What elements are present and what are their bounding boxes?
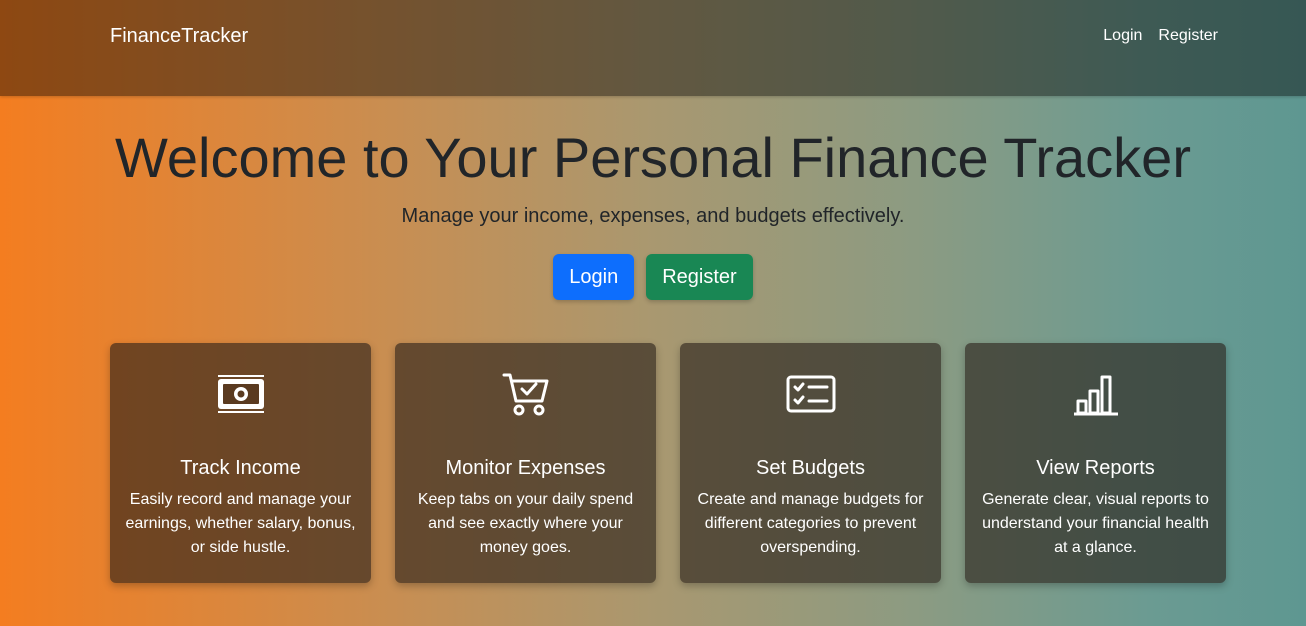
brand-link[interactable]: FinanceTracker <box>110 25 248 48</box>
navbar: FinanceTracker Login Register <box>0 0 1306 96</box>
feature-card-budgets: Set Budgets Create and manage budgets fo… <box>680 343 941 583</box>
feature-description: Create and manage budgets for different … <box>697 491 924 556</box>
feature-card-expenses: Monitor Expenses Keep tabs on your daily… <box>395 343 656 583</box>
feature-title: View Reports <box>1036 457 1155 479</box>
feature-description: Keep tabs on your daily spend and see ex… <box>417 491 634 556</box>
hero-subtitle: Manage your income, expenses, and budget… <box>401 205 905 228</box>
feature-title: Monitor Expenses <box>445 457 606 479</box>
cart-check-icon <box>502 373 548 416</box>
feature-description: Easily record and manage your earnings, … <box>125 491 356 556</box>
nav-login-link[interactable]: Login <box>1103 27 1142 45</box>
feature-title: Set Budgets <box>756 457 865 479</box>
nav-register-link[interactable]: Register <box>1158 27 1218 45</box>
feature-card-reports: View Reports Generate clear, visual repo… <box>965 343 1226 583</box>
hero-buttons: Login Register <box>0 254 1306 301</box>
feature-card-income: Track Income Easily record and manage yo… <box>110 343 371 583</box>
card-checklist-icon <box>786 375 835 413</box>
feature-title: Track Income <box>180 457 301 479</box>
login-button[interactable]: Login <box>553 254 635 301</box>
nav-links: Login Register <box>1103 27 1218 45</box>
register-button[interactable]: Register <box>646 254 753 301</box>
hero-title: Welcome to Your Personal Finance Tracker <box>115 126 1191 189</box>
feature-cards: Track Income Easily record and manage yo… <box>110 343 1226 583</box>
bar-chart-icon <box>1073 375 1118 416</box>
cash-icon <box>217 375 264 413</box>
feature-description: Generate clear, visual reports to unders… <box>982 491 1209 556</box>
hero-section: Welcome to Your Personal Finance Tracker… <box>0 96 1306 301</box>
